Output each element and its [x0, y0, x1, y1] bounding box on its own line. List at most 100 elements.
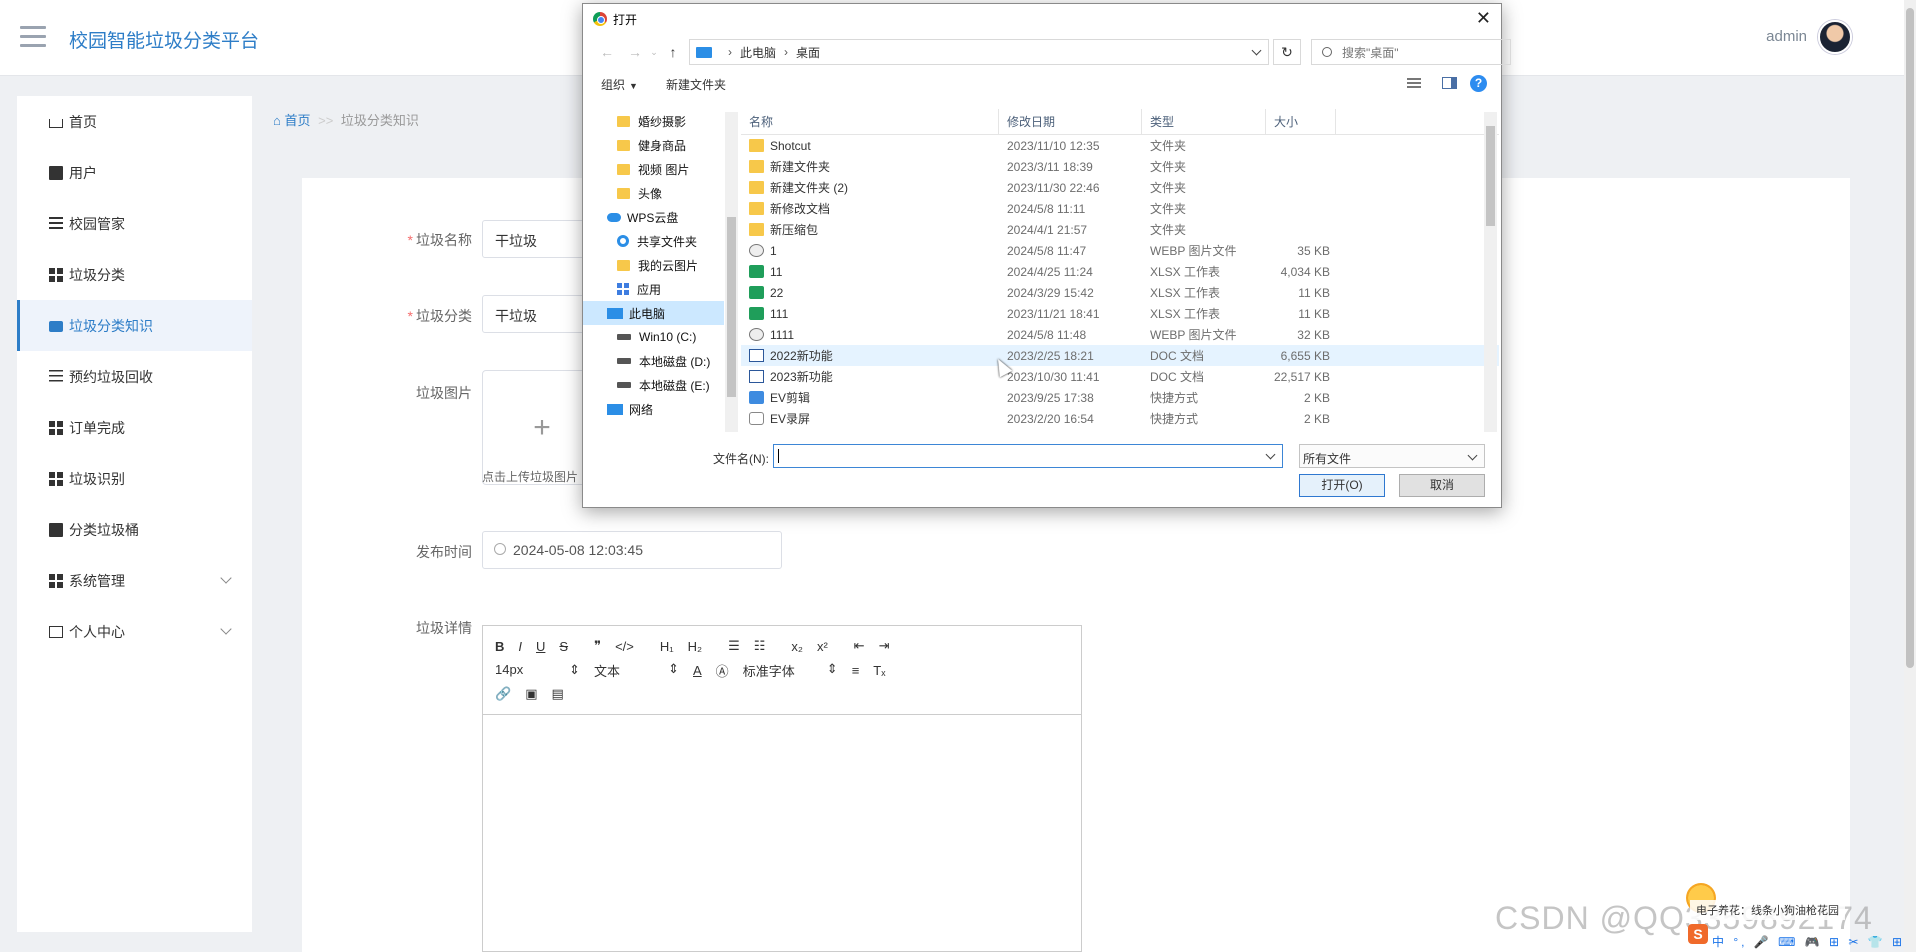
- file-name-cell: Shotcut: [741, 139, 999, 153]
- video-icon[interactable]: ▤: [551, 686, 563, 702]
- column-date[interactable]: 修改日期: [999, 109, 1142, 135]
- close-icon[interactable]: ✕: [1476, 8, 1491, 29]
- chevron-down-icon[interactable]: [1251, 45, 1262, 56]
- sidebar-item-users[interactable]: 用户: [17, 147, 252, 198]
- file-row[interactable]: Shotcut 2023/11/10 12:35 文件夹: [741, 135, 1499, 156]
- nav-scrollbar[interactable]: [725, 112, 738, 432]
- sidebar-item-categories[interactable]: 垃圾分类: [17, 249, 252, 300]
- file-row[interactable]: EV剪辑 2023/9/25 17:38 快捷方式 2 KB: [741, 387, 1499, 408]
- sidebar-item-home[interactable]: 首页: [17, 96, 252, 147]
- column-size[interactable]: 大小: [1266, 109, 1336, 135]
- nav-item[interactable]: 视频 图片: [583, 157, 738, 181]
- cancel-button[interactable]: 取消: [1399, 474, 1485, 497]
- font-size-select[interactable]: 14px ⇕: [495, 662, 580, 678]
- background-color-button[interactable]: Ⓐ: [716, 661, 729, 680]
- path-segment[interactable]: 此电脑: [740, 44, 776, 61]
- nav-scrollbar-thumb[interactable]: [727, 217, 736, 397]
- new-folder-button[interactable]: 新建文件夹: [666, 76, 726, 93]
- file-row[interactable]: 111 2023/11/21 18:41 XLSX 工作表 11 KB: [741, 303, 1499, 324]
- column-name[interactable]: 名称: [741, 109, 999, 135]
- address-bar[interactable]: › 此电脑 › 桌面: [689, 39, 1269, 65]
- file-row[interactable]: 1 2024/5/8 11:47 WEBP 图片文件 35 KB: [741, 240, 1499, 261]
- column-type[interactable]: 类型: [1142, 109, 1266, 135]
- back-icon[interactable]: ←: [593, 44, 621, 60]
- rich-text-editor[interactable]: B I U S ❞ </> H₁ H₂ ☰ ☷ x₂ x² ⇤ ⇥ 14px ⇕…: [482, 625, 1082, 952]
- nav-item-wps[interactable]: WPS云盘: [583, 205, 738, 229]
- file-row[interactable]: 新修改文档 2024/5/8 11:11 文件夹: [741, 198, 1499, 219]
- outdent-button[interactable]: ⇤: [854, 638, 865, 654]
- nav-item[interactable]: 头像: [583, 181, 738, 205]
- refresh-button[interactable]: ↻: [1273, 39, 1301, 65]
- clear-format-button[interactable]: Tₓ: [873, 663, 885, 678]
- time-input[interactable]: 2024-05-08 12:03:45: [482, 531, 782, 569]
- h1-button[interactable]: H₁: [660, 639, 674, 654]
- file-row[interactable]: 2023新功能 2023/10/30 11:41 DOC 文档 22,517 KB: [741, 366, 1499, 387]
- quote-button[interactable]: ❞: [594, 638, 601, 654]
- ime-toolbar[interactable]: 中 °, 🎤 ⌨ 🎮 ⊞ ✂ 👕 ⊞: [1686, 933, 1916, 951]
- code-button[interactable]: </>: [615, 639, 634, 654]
- align-button[interactable]: ≡: [852, 663, 860, 678]
- sidebar-item-system[interactable]: 系统管理: [17, 555, 252, 606]
- sidebar-item-reservation[interactable]: 预约垃圾回收: [17, 351, 252, 402]
- image-icon[interactable]: ▣: [525, 686, 537, 702]
- path-segment[interactable]: 桌面: [796, 44, 820, 61]
- file-row[interactable]: EV录屏 2023/2/20 16:54 快捷方式 2 KB: [741, 408, 1499, 429]
- nav-item-this-pc[interactable]: 此电脑: [583, 301, 724, 325]
- nav-item[interactable]: 共享文件夹: [583, 229, 738, 253]
- history-icon[interactable]: ⌄: [649, 47, 659, 58]
- menu-toggle-icon[interactable]: [20, 26, 46, 48]
- font-color-button[interactable]: A: [693, 663, 702, 678]
- font-family-select[interactable]: 标准字体 ⇕: [743, 661, 838, 680]
- file-row[interactable]: 新压缩包 2024/4/1 21:57 文件夹: [741, 219, 1499, 240]
- breadcrumb-home[interactable]: ⌂ 首页: [273, 113, 310, 128]
- help-icon[interactable]: ?: [1470, 75, 1487, 92]
- text-style-select[interactable]: 文本 ⇕: [594, 661, 679, 680]
- file-scrollbar[interactable]: [1484, 112, 1497, 432]
- link-icon[interactable]: 🔗: [495, 686, 511, 702]
- bullet-list-button[interactable]: ☷: [754, 638, 766, 654]
- nav-item-drive-d[interactable]: 本地磁盘 (D:): [583, 349, 738, 373]
- preview-pane-icon[interactable]: [1442, 77, 1457, 89]
- page-scrollbar[interactable]: [1904, 0, 1916, 952]
- italic-button[interactable]: I: [518, 639, 522, 654]
- nav-item[interactable]: 我的云图片: [583, 253, 738, 277]
- sidebar-item-campus-manager[interactable]: 校园管家: [17, 198, 252, 249]
- nav-item-drive-e[interactable]: 本地磁盘 (E:): [583, 373, 738, 397]
- file-row[interactable]: 22 2024/3/29 15:42 XLSX 工作表 11 KB: [741, 282, 1499, 303]
- nav-item-network[interactable]: 网络: [583, 397, 738, 421]
- filename-input[interactable]: [773, 444, 1283, 468]
- strike-button[interactable]: S: [559, 639, 568, 654]
- underline-button[interactable]: U: [536, 639, 545, 654]
- view-options-icon[interactable]: [1407, 78, 1421, 88]
- file-scrollbar-thumb[interactable]: [1486, 126, 1495, 226]
- open-button[interactable]: 打开(O): [1299, 474, 1385, 497]
- sidebar-item-knowledge[interactable]: 垃圾分类知识: [17, 300, 252, 351]
- file-row[interactable]: 新建文件夹 2023/3/11 18:39 文件夹: [741, 156, 1499, 177]
- sidebar-item-bins[interactable]: 分类垃圾桶: [17, 504, 252, 555]
- sidebar-item-recognition[interactable]: 垃圾识别: [17, 453, 252, 504]
- search-input[interactable]: 搜索"桌面": [1311, 39, 1511, 65]
- filetype-select[interactable]: 所有文件: [1299, 444, 1485, 468]
- user-name[interactable]: admin: [1766, 28, 1807, 45]
- ordered-list-button[interactable]: ☰: [728, 638, 740, 654]
- file-row[interactable]: 1111 2024/5/8 11:48 WEBP 图片文件 32 KB: [741, 324, 1499, 345]
- nav-item[interactable]: 健身商品: [583, 133, 738, 157]
- nav-item-drive-c[interactable]: Win10 (C:): [583, 325, 738, 349]
- page-scrollbar-thumb[interactable]: [1906, 8, 1914, 668]
- file-row[interactable]: 2022新功能 2023/2/25 18:21 DOC 文档 6,655 KB: [741, 345, 1499, 366]
- file-row[interactable]: 11 2024/4/25 11:24 XLSX 工作表 4,034 KB: [741, 261, 1499, 282]
- superscript-button[interactable]: x²: [817, 639, 828, 654]
- nav-item[interactable]: 婚纱摄影: [583, 109, 738, 133]
- bold-button[interactable]: B: [495, 639, 504, 654]
- avatar[interactable]: [1818, 20, 1852, 54]
- up-icon[interactable]: ↑: [659, 44, 687, 60]
- h2-button[interactable]: H₂: [688, 639, 702, 654]
- sidebar-item-profile[interactable]: 个人中心: [17, 606, 252, 657]
- forward-icon[interactable]: →: [621, 44, 649, 60]
- subscript-button[interactable]: x₂: [791, 639, 803, 654]
- nav-item[interactable]: 应用: [583, 277, 738, 301]
- organize-button[interactable]: 组织 ▼: [601, 76, 638, 93]
- file-row[interactable]: 新建文件夹 (2) 2023/11/30 22:46 文件夹: [741, 177, 1499, 198]
- indent-button[interactable]: ⇥: [879, 638, 890, 654]
- sidebar-item-orders[interactable]: 订单完成: [17, 402, 252, 453]
